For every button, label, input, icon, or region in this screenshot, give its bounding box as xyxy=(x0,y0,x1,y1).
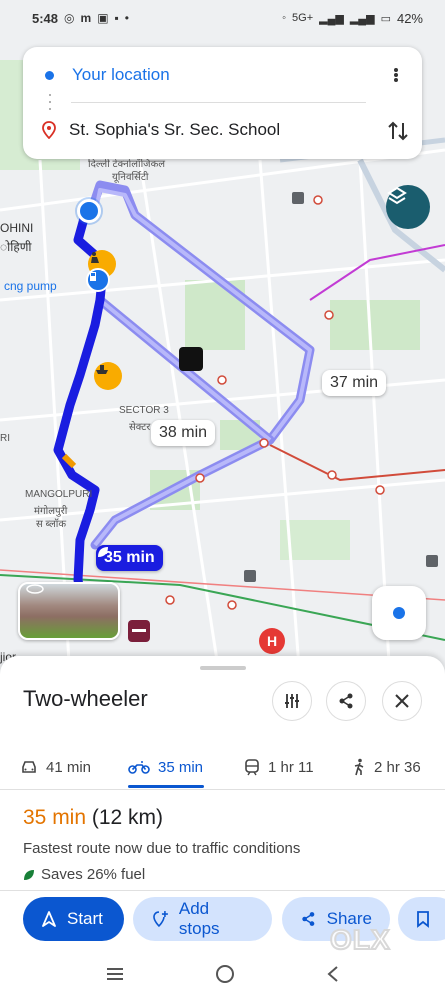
battery-percent: 42% xyxy=(396,10,423,26)
sheet-title: Two-wheeler xyxy=(23,686,148,711)
map-label-sector3: SECTOR 3 xyxy=(119,405,169,416)
map-label-mangolpuri-hindi-2: स ब्लॉक xyxy=(36,519,67,530)
tab-two-wheeler-label: 35 min xyxy=(158,758,204,776)
car-icon xyxy=(22,761,36,773)
current-location-marker[interactable] xyxy=(77,199,101,223)
fuel-station-icon[interactable] xyxy=(86,268,110,292)
dot-icon: • xyxy=(124,11,129,25)
navigation-icon xyxy=(42,911,56,927)
more-options-icon[interactable] xyxy=(384,63,408,87)
recent-apps-icon[interactable] xyxy=(105,966,125,982)
route-bubble-selected[interactable]: 35 min xyxy=(96,545,163,571)
status-time: 5:48 xyxy=(32,10,59,26)
origin-dot-icon xyxy=(45,70,54,80)
battery-icon: ▭ xyxy=(380,12,391,25)
route-summary: 35 min (12 km) xyxy=(23,806,163,830)
add-location-icon xyxy=(153,911,168,928)
active-tab-indicator xyxy=(128,785,204,788)
tab-walk-label: 2 hr 36 xyxy=(374,758,421,776)
my-location-icon xyxy=(393,607,405,619)
image-icon: ▣ xyxy=(97,11,109,25)
my-location-button[interactable] xyxy=(372,586,426,640)
instagram-icon: ◎ xyxy=(64,11,75,25)
start-button-label: Start xyxy=(67,909,103,928)
destination-pin-icon xyxy=(42,121,56,139)
m-app-icon: m xyxy=(80,11,92,25)
eco-leaf-icon xyxy=(24,869,34,880)
layers-icon xyxy=(387,186,407,205)
share-icon xyxy=(302,912,315,926)
network-type: 5G+ xyxy=(292,12,314,24)
map-label-ri: RI xyxy=(0,433,10,444)
map-label-rohini-hindi: ोहिणी xyxy=(0,240,32,254)
travel-mode-tabs: 41 min 35 min 1 hr 11 2 hr 36 xyxy=(0,744,445,790)
close-button[interactable] xyxy=(382,681,422,721)
route-bubble-37min[interactable]: 37 min xyxy=(322,370,387,396)
add-stops-label: Add stops xyxy=(178,899,220,938)
drag-handle[interactable] xyxy=(200,666,246,670)
directions-card: Your location St. Sophia's Sr. Sec. Scho… xyxy=(23,47,422,159)
route-distance: (12 km) xyxy=(91,806,164,829)
destination-field[interactable]: St. Sophia's Sr. Sec. School xyxy=(69,120,280,140)
status-bar: 5:48 ◎ m ▣ ▪ • ◦ 5G+ ▂▄▆ ▂▄▆ ▭ 42% xyxy=(0,0,445,36)
map-label-university-2: यूनिवर्सिटी xyxy=(112,172,149,183)
map-label-mangolpuri-hindi: मंगोलपुरी xyxy=(34,506,68,517)
origin-field[interactable]: Your location xyxy=(72,65,170,85)
home-icon[interactable] xyxy=(215,964,235,984)
eco-leaf-icon xyxy=(98,547,108,557)
street-view-icon xyxy=(26,584,44,594)
tab-car[interactable]: 41 min xyxy=(20,744,91,790)
signal-icon: ▂▄▆ xyxy=(319,12,344,25)
motorbike-icon xyxy=(128,761,150,774)
signal-2-icon: ▂▄▆ xyxy=(349,12,375,25)
bookmark-icon xyxy=(417,911,429,928)
tab-car-label: 41 min xyxy=(46,758,92,776)
notification-icon: ▪ xyxy=(114,11,119,25)
connector-dots-icon xyxy=(49,94,51,110)
boat-icon[interactable] xyxy=(94,362,122,390)
origin-row[interactable]: Your location xyxy=(23,55,422,95)
tab-two-wheeler[interactable]: 35 min xyxy=(128,744,203,790)
hospital-icon[interactable]: H xyxy=(259,628,285,654)
route-duration: 35 min xyxy=(23,806,87,829)
fuel-savings: Saves 26% fuel xyxy=(23,866,145,883)
tab-transit-label: 1 hr 11 xyxy=(268,758,314,776)
map-label-mangolpuri: MANGOLPURI xyxy=(25,489,93,500)
options-button[interactable] xyxy=(272,681,312,721)
directions-sheet: Two-wheeler 41 min 35 min 1 hr 11 2 hr 3… xyxy=(0,656,445,999)
destination-row[interactable]: St. Sophia's Sr. Sec. School xyxy=(23,110,422,150)
layers-button[interactable] xyxy=(386,185,430,229)
tab-walk[interactable]: 2 hr 36 xyxy=(352,744,421,790)
walk-icon xyxy=(354,758,364,776)
tune-icon xyxy=(285,694,299,708)
map-label-cng-pump[interactable]: cng pump xyxy=(4,279,57,293)
share-route-button[interactable] xyxy=(326,681,366,721)
add-stops-button[interactable]: Add stops xyxy=(133,897,272,941)
system-nav-bar xyxy=(0,948,445,999)
vowifi-icon: ◦ xyxy=(282,12,287,24)
close-icon xyxy=(395,694,409,708)
map-label-rohini: OHINI xyxy=(0,221,34,235)
route-bubble-selected-label: 35 min xyxy=(104,549,155,566)
fuel-savings-label: Saves 26% fuel xyxy=(41,866,146,883)
map-label-sector3-hindi: सेक्टर xyxy=(129,422,151,433)
street-view-thumbnail[interactable] xyxy=(18,582,120,640)
route-bubble-38min[interactable]: 38 min xyxy=(151,420,216,446)
route-description: Fastest route now due to traffic conditi… xyxy=(23,840,301,857)
swap-icon[interactable] xyxy=(384,117,412,145)
back-icon[interactable] xyxy=(326,965,340,983)
start-button[interactable]: Start xyxy=(23,897,124,941)
share-icon xyxy=(339,693,353,709)
divider xyxy=(71,102,366,103)
tab-transit[interactable]: 1 hr 11 xyxy=(244,744,314,790)
train-icon xyxy=(245,759,259,776)
